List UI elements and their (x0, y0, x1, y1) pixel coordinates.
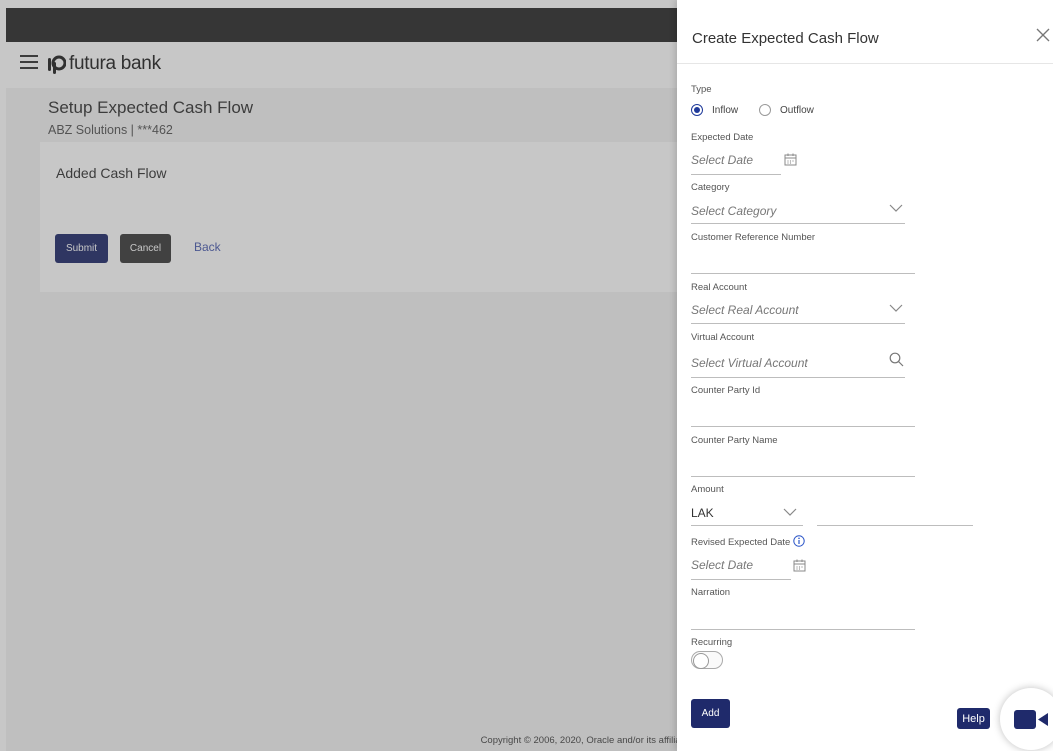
virtual-account-label: Virtual Account (691, 332, 755, 343)
virtual-account-underline (691, 377, 905, 378)
calendar-icon[interactable] (784, 153, 797, 166)
narration-label: Narration (691, 587, 731, 598)
info-icon[interactable] (793, 535, 805, 547)
inflow-label: Inflow (712, 105, 739, 116)
counter-party-id-underline (691, 426, 915, 427)
revised-date-underline (691, 579, 791, 580)
category-underline (691, 223, 905, 224)
counter-party-name-label: Counter Party Name (691, 435, 778, 446)
outflow-radio[interactable] (759, 104, 771, 116)
virtual-account-input[interactable]: Select Virtual Account (691, 356, 808, 370)
narration-underline (691, 629, 915, 630)
counter-party-name-input[interactable] (691, 454, 915, 472)
real-account-select[interactable]: Select Real Account (691, 303, 799, 317)
real-account-underline (691, 323, 905, 324)
help-button[interactable]: Help (957, 708, 990, 729)
chevron-down-icon[interactable] (783, 508, 797, 517)
drawer-title: Create Expected Cash Flow (692, 30, 879, 47)
outflow-label: Outflow (780, 105, 814, 116)
revised-date-label: Revised Expected Date (691, 537, 791, 548)
video-camera-icon (1014, 710, 1048, 729)
revised-date-input[interactable]: Select Date (691, 558, 753, 572)
expected-date-underline (691, 174, 781, 175)
customer-reference-underline (691, 273, 915, 274)
expected-date-input[interactable]: Select Date (691, 153, 753, 167)
narration-input[interactable] (691, 607, 915, 625)
modal-overlay[interactable] (0, 0, 677, 751)
customer-reference-label: Customer Reference Number (691, 232, 816, 243)
category-label: Category (691, 182, 730, 193)
chevron-down-icon[interactable] (889, 304, 903, 313)
amount-underline (817, 525, 973, 526)
type-label: Type (691, 84, 712, 95)
calendar-icon[interactable] (793, 559, 806, 572)
video-chat-button[interactable] (1000, 688, 1053, 750)
recurring-toggle[interactable] (691, 651, 723, 669)
create-cash-flow-drawer: Create Expected Cash Flow Type Inflow Ou… (677, 0, 1053, 751)
currency-select[interactable]: LAK (691, 506, 714, 520)
amount-label: Amount (691, 484, 724, 495)
customer-reference-input[interactable] (691, 252, 915, 270)
category-select[interactable]: Select Category (691, 204, 776, 218)
add-button[interactable]: Add (691, 699, 730, 728)
real-account-label: Real Account (691, 282, 747, 293)
search-icon[interactable] (889, 352, 904, 367)
counter-party-name-underline (691, 476, 915, 477)
expected-date-label: Expected Date (691, 132, 754, 143)
counter-party-id-label: Counter Party Id (691, 385, 761, 396)
amount-input[interactable] (817, 506, 973, 524)
currency-underline (691, 525, 803, 526)
counter-party-id-input[interactable] (691, 404, 915, 422)
recurring-label: Recurring (691, 637, 733, 648)
inflow-radio[interactable] (691, 104, 703, 116)
close-icon[interactable] (1035, 27, 1051, 43)
chevron-down-icon[interactable] (889, 204, 903, 213)
drawer-divider (677, 63, 1053, 64)
